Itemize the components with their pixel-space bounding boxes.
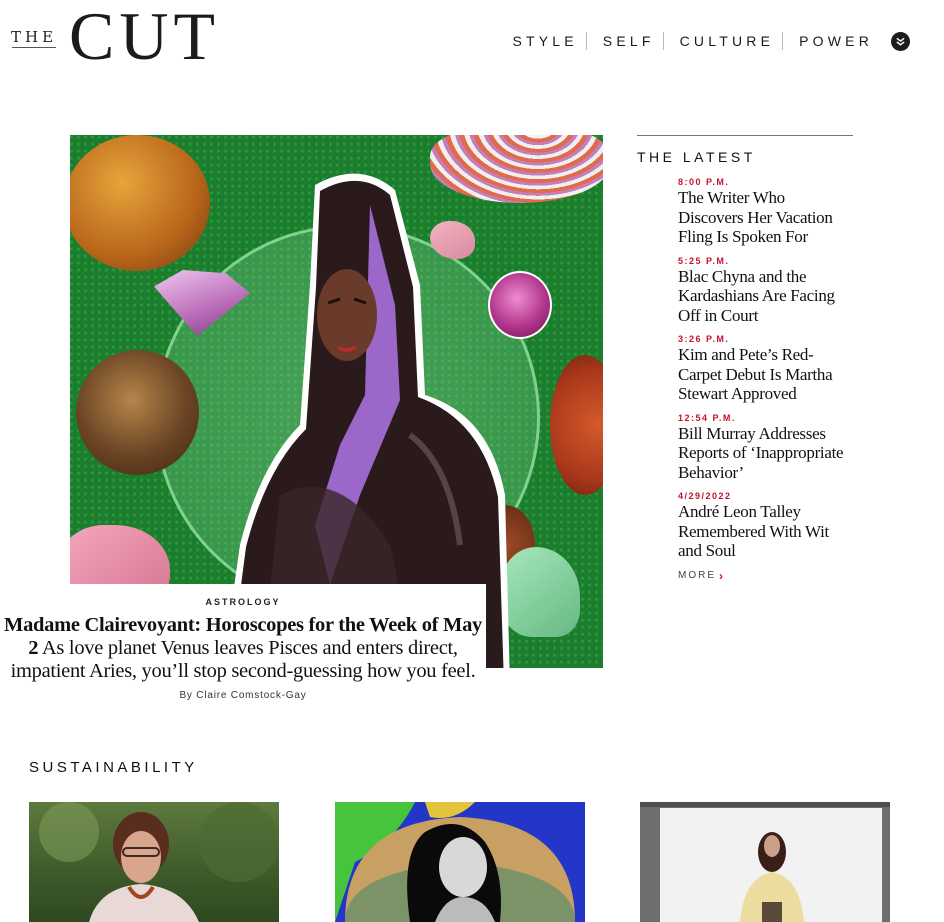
- latest-item[interactable]: 3:26 P.M. Kim and Pete’s Red-Carpet Debu…: [678, 334, 853, 404]
- latest-item[interactable]: 5:25 P.M. Blac Chyna and the Kardashians…: [678, 256, 853, 326]
- latest-timestamp: 3:26 P.M.: [678, 334, 730, 344]
- portrait-studio-woman: [640, 802, 890, 922]
- nav-item-self[interactable]: SELF: [587, 30, 663, 52]
- nav-item-culture[interactable]: CULTURE: [664, 30, 782, 52]
- hero-rubric[interactable]: ASTROLOGY: [0, 597, 486, 607]
- latest-item[interactable]: 12:54 P.M. Bill Murray Addresses Reports…: [678, 413, 853, 483]
- latest-timestamp: 12:54 P.M.: [678, 412, 736, 423]
- latest-headline[interactable]: Bill Murray Addresses Reports of ‘Inappr…: [678, 424, 853, 483]
- portrait-older-woman: [39, 802, 279, 922]
- latest-headline[interactable]: Blac Chyna and the Kardashians Are Facin…: [678, 267, 853, 326]
- double-chevron-down-icon: [896, 37, 905, 46]
- logo-rule: [12, 47, 56, 48]
- latest-headline[interactable]: Kim and Pete’s Red-Carpet Debut Is Marth…: [678, 345, 853, 404]
- hero-caption: ASTROLOGY Madame Clairevoyant: Horoscope…: [0, 584, 486, 704]
- latest-timestamp: 5:25 P.M.: [678, 255, 730, 266]
- logo-cut: CUT: [69, 0, 220, 74]
- logo-the: THE: [11, 28, 58, 46]
- site-logo[interactable]: THE CUT: [11, 2, 251, 70]
- latest-headline[interactable]: The Writer Who Discovers Her Vacation Fl…: [678, 188, 853, 247]
- nav-more-button[interactable]: [891, 31, 910, 51]
- nav-item-power[interactable]: POWER: [783, 30, 881, 52]
- latest-title: THE LATEST: [637, 149, 756, 165]
- hero-dek: As love planet Venus leaves Pisces and e…: [10, 637, 476, 682]
- section-title-sustainability[interactable]: SUSTAINABILITY: [29, 759, 198, 776]
- latest-list: 8:00 P.M. The Writer Who Discovers Her V…: [678, 177, 853, 583]
- latest-headline[interactable]: André Leon Talley Remembered With Wit an…: [678, 502, 853, 561]
- latest-rule: [637, 135, 853, 136]
- more-label: MORE: [678, 570, 716, 581]
- portrait-heatmap-woman: [335, 802, 585, 922]
- latest-timestamp: 8:00 P.M.: [678, 177, 730, 187]
- hero-text[interactable]: Madame Clairevoyant: Horoscopes for the …: [0, 614, 486, 683]
- main-nav: STYLE SELF CULTURE POWER: [512, 30, 910, 52]
- latest-more-link[interactable]: MORE ›: [678, 569, 853, 583]
- nav-item-style[interactable]: STYLE: [512, 30, 585, 52]
- latest-item[interactable]: 8:00 P.M. The Writer Who Discovers Her V…: [678, 177, 853, 247]
- fur-planet: [76, 350, 199, 475]
- sustainability-card-image[interactable]: [335, 802, 585, 922]
- sustainability-card-image[interactable]: [640, 802, 890, 922]
- latest-timestamp: 4/29/2022: [678, 491, 732, 501]
- sustainability-card-image[interactable]: [29, 802, 279, 922]
- hero-byline: By Claire Comstock-Gay: [179, 690, 307, 701]
- latest-sidebar: THE LATEST 8:00 P.M. The Writer Who Disc…: [637, 135, 853, 583]
- latest-item[interactable]: 4/29/2022 André Leon Talley Remembered W…: [678, 491, 853, 561]
- chevron-right-icon: ›: [719, 568, 725, 583]
- planet-venus: [70, 135, 210, 271]
